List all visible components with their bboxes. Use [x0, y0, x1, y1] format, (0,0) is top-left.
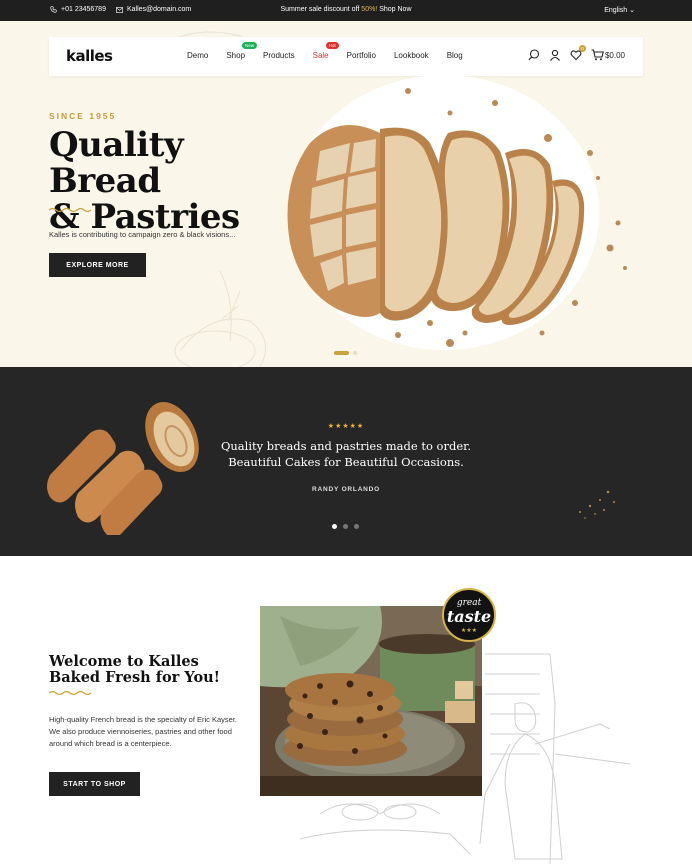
welcome-title-line-2: Baked Fresh for You! [49, 669, 221, 686]
hero-eyebrow: SINCE 1955 [49, 111, 117, 121]
hero-title-line-1: Quality Bread [49, 125, 184, 201]
nav-item-demo[interactable]: Demo [187, 51, 208, 60]
promo-banner: Summer sale discount off 50%! Shop Now [0, 6, 692, 13]
bread-image [287, 88, 627, 347]
testimonial-section: ★★★★★ Quality breads and pastries made t… [0, 367, 692, 556]
slider-dot[interactable] [354, 524, 359, 529]
slider-dot[interactable] [353, 351, 357, 355]
rating-stars: ★★★★★ [327, 423, 365, 430]
nav-item-lookbook[interactable]: Lookbook [394, 51, 429, 60]
user-icon [550, 49, 560, 61]
explore-more-button[interactable]: EXPLORE MORE [49, 253, 146, 277]
nav-item-label: Products [263, 51, 295, 60]
header-actions: 0 $0.00 [528, 45, 625, 61]
nav-menu: Demo Shop New Products Sale Hot Portfolio … [187, 42, 481, 60]
nav-item-label: Portfolio [346, 51, 376, 60]
promo-highlight: 50%! [361, 6, 378, 13]
testimonial-author: RANDY ORLANDO [311, 486, 381, 493]
slider-dot-active[interactable] [334, 351, 349, 355]
language-label: English [604, 7, 628, 14]
site-logo[interactable]: kalles [66, 47, 113, 65]
testimonial-quote: Quality breads and pastries made to orde… [220, 439, 472, 469]
great-taste-award-badge: great taste ★★★ [442, 588, 496, 642]
nav-item-label: Blog [446, 51, 463, 60]
wishlist-button[interactable]: 0 [570, 45, 586, 61]
baguette-image [47, 401, 199, 535]
nav-item-shop[interactable]: Shop New [226, 42, 258, 60]
search-button[interactable] [528, 49, 540, 61]
welcome-title-line-1: Welcome to Kalles [49, 653, 199, 670]
search-icon [528, 49, 540, 61]
chevron-down-icon: ⌄ [629, 7, 635, 14]
top-bar: +01 23456789 Kalles@domain.com Summer sa… [0, 0, 692, 21]
hero-slider-pagination [334, 351, 357, 355]
promo-text: Summer sale discount off [280, 6, 362, 13]
seal-text-line-2: taste [446, 607, 492, 626]
cart-total: $0.00 [604, 50, 625, 60]
start-to-shop-button[interactable]: START TO SHOP [49, 772, 140, 796]
nav-item-label: Demo [187, 51, 209, 60]
wishlist-count: 0 [578, 45, 586, 52]
nav-item-label: Sale [312, 51, 329, 60]
new-badge: New [242, 42, 258, 49]
wave-divider [49, 207, 91, 213]
language-selector[interactable]: English ⌄ [604, 6, 635, 14]
seal-stars: ★★★ [460, 627, 478, 634]
nav-item-sale[interactable]: Sale Hot [312, 42, 339, 60]
nav-item-label: Shop [226, 51, 246, 60]
testimonial-pagination [332, 524, 359, 529]
slider-dot[interactable] [343, 524, 348, 529]
hero-section: kalles Demo Shop New Products Sale Hot Por… [0, 21, 692, 367]
cookies-image [260, 606, 482, 796]
cart-icon [591, 49, 604, 61]
wave-divider [49, 690, 91, 696]
cart-button[interactable]: $0.00 [591, 49, 625, 61]
hero-title: Quality Bread & Pastries [49, 127, 299, 235]
nav-item-products[interactable]: Products [263, 51, 295, 60]
account-button[interactable] [549, 49, 561, 61]
main-navigation: kalles Demo Shop New Products Sale Hot Por… [49, 37, 643, 76]
nav-item-label: Lookbook [393, 51, 429, 60]
nav-item-portfolio[interactable]: Portfolio [347, 51, 376, 60]
welcome-description: High-quality French bread is the special… [49, 715, 238, 748]
hero-subtitle: Kalles is contributing to campaign zero … [49, 230, 236, 239]
promo-shop-now-link[interactable]: Shop Now [377, 6, 411, 13]
cookies-photo [260, 606, 482, 796]
welcome-title: Welcome to Kalles Baked Fresh for You! [49, 654, 249, 686]
nav-item-blog[interactable]: Blog [447, 51, 463, 60]
hot-badge: Hot [325, 42, 339, 49]
slider-dot-active[interactable] [332, 524, 337, 529]
